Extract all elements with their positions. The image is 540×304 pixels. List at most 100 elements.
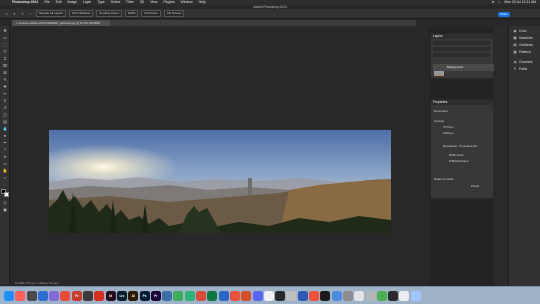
channels-icon[interactable]: ◈ (513, 60, 517, 64)
background-color-swatch[interactable] (4, 192, 9, 197)
dock-app-16[interactable] (184, 290, 195, 301)
dodge-tool-icon[interactable]: ● (2, 133, 8, 139)
dock-app-6[interactable]: Fz (71, 290, 82, 301)
menu-filter[interactable]: Filter (126, 0, 134, 5)
zoom-in-icon[interactable]: + (20, 11, 25, 16)
menu-view[interactable]: View (150, 0, 157, 5)
lasso-tool-icon[interactable]: ➰ (2, 49, 8, 55)
menu-type[interactable]: Type (97, 0, 104, 5)
path-selection-tool-icon[interactable]: ➤ (2, 154, 8, 160)
shape-tool-icon[interactable]: ▭ (2, 161, 8, 167)
dock-app-15[interactable] (173, 290, 184, 301)
dock-app-30[interactable] (342, 290, 353, 301)
dock-app-27[interactable] (309, 290, 320, 301)
gradient-tool-icon[interactable]: ▤ (2, 119, 8, 125)
dock-app-34[interactable] (388, 290, 399, 301)
eyedropper-tool-icon[interactable]: ✎ (2, 77, 8, 83)
crop-tool-icon[interactable]: ⌧ (2, 63, 8, 69)
patterns-icon[interactable]: ▩ (513, 50, 517, 54)
layer-filter-field[interactable] (433, 41, 490, 45)
panel-paths[interactable]: Paths (519, 67, 527, 71)
dock-app-36[interactable] (410, 290, 421, 301)
more-tools-icon[interactable]: … (2, 182, 8, 188)
wifi-icon[interactable]: ≋ (492, 0, 495, 5)
blend-mode-select[interactable] (433, 47, 490, 51)
swatches-icon[interactable]: ▦ (513, 36, 517, 40)
dock-app-22[interactable] (252, 290, 263, 301)
dock-app-29[interactable] (331, 290, 342, 301)
zoom-all-windows-checkbox[interactable]: Fit to Window (69, 10, 94, 17)
clock[interactable]: Mon 29 Jul 11:21 AM (504, 0, 536, 5)
dock-app-21[interactable] (241, 290, 252, 301)
gradients-icon[interactable]: ▤ (513, 43, 517, 47)
home-icon[interactable]: ⌂ (4, 11, 9, 16)
menu-help[interactable]: Help (199, 0, 206, 5)
fill-screen-button[interactable]: Fill Screen (164, 10, 185, 17)
marquee-tool-icon[interactable]: ⬚ (2, 42, 8, 48)
dock-app-33[interactable] (376, 290, 387, 301)
dock-app-17[interactable] (196, 290, 207, 301)
menu-layer[interactable]: Layer (83, 0, 91, 5)
panel-gradients[interactable]: Gradients (519, 43, 533, 47)
dock-app-1[interactable] (15, 290, 26, 301)
screen-mode-icon[interactable]: ▣ (2, 207, 8, 213)
width-field[interactable]: 4773 px (443, 125, 454, 129)
object-select-tool-icon[interactable]: ⌗ (2, 56, 8, 62)
menu-file[interactable]: File (44, 0, 49, 5)
color-mode-select[interactable]: RGB Color (449, 153, 464, 157)
dock-app-11[interactable]: Ai (128, 290, 139, 301)
layers-panel-title[interactable]: Layers (431, 34, 493, 39)
dock-app-35[interactable] (399, 290, 410, 301)
clone-stamp-tool-icon[interactable]: ⚲ (2, 98, 8, 104)
frame-tool-icon[interactable]: ⊠ (2, 70, 8, 76)
hand-tool-icon[interactable]: ✋ (2, 168, 8, 174)
healing-brush-tool-icon[interactable]: ✚ (2, 84, 8, 90)
pen-tool-icon[interactable]: ✒ (2, 140, 8, 146)
fit-screen-button[interactable]: Fit Screen (141, 10, 162, 17)
dock-app-14[interactable] (162, 290, 173, 301)
dock-app-3[interactable] (37, 290, 48, 301)
dock-app-5[interactable] (60, 290, 71, 301)
zoom-100-button[interactable]: 100% (124, 10, 139, 17)
resize-windows-checkbox[interactable]: Sample All Layers (36, 10, 67, 17)
dock-app-13[interactable]: Pr (150, 290, 161, 301)
dock-app-26[interactable] (297, 290, 308, 301)
menu-window[interactable]: Window (181, 0, 193, 5)
lock-row[interactable] (433, 53, 490, 57)
dock-app-7[interactable] (83, 290, 94, 301)
zoom-tool-sidebar-icon[interactable]: ⌕ (2, 175, 8, 181)
paths-icon[interactable]: ✎ (513, 67, 517, 71)
dock-app-0[interactable] (4, 290, 14, 301)
units-select[interactable]: Pixels (471, 184, 479, 188)
color-icon[interactable]: ◉ (513, 29, 517, 33)
move-tool-icon[interactable]: ✥ (2, 28, 8, 34)
panel-patterns[interactable]: Patterns (519, 50, 531, 54)
menu-image[interactable]: Image (68, 0, 77, 5)
blur-tool-icon[interactable]: 💧 (2, 126, 8, 132)
history-brush-tool-icon[interactable]: ↺ (2, 105, 8, 111)
dock-app-8[interactable] (94, 290, 105, 301)
artboard-tool-icon[interactable]: ▭ (2, 35, 8, 41)
dock-app-10[interactable]: Lrc (116, 290, 127, 301)
dock-app-18[interactable] (207, 290, 218, 301)
type-tool-icon[interactable]: T (2, 147, 8, 153)
brush-tool-icon[interactable]: ✏ (2, 91, 8, 97)
dock-app-31[interactable] (354, 290, 365, 301)
eraser-tool-icon[interactable]: ◫ (2, 112, 8, 118)
dock-app-20[interactable] (229, 290, 240, 301)
dock-app-2[interactable] (26, 290, 37, 301)
dock-app-28[interactable] (320, 290, 331, 301)
search-icon[interactable]: ⌕ (498, 0, 500, 5)
dock-app-4[interactable] (49, 290, 60, 301)
zoom-out-icon[interactable]: − (28, 11, 33, 16)
dock-app-24[interactable] (275, 290, 286, 301)
panel-channels[interactable]: Channels (519, 60, 532, 64)
menu-edit[interactable]: Edit (56, 0, 62, 5)
app-menu[interactable]: Photoshop 2024 (12, 0, 38, 5)
properties-panel-title[interactable]: Properties (431, 100, 493, 105)
scrubby-zoom-checkbox[interactable]: Scrubby Zoom (96, 10, 122, 17)
dock-app-25[interactable] (286, 290, 297, 301)
dock-app-19[interactable] (218, 290, 229, 301)
menu-select[interactable]: Select (111, 0, 120, 5)
zoom-tool-icon[interactable]: ⌕ (12, 11, 17, 16)
